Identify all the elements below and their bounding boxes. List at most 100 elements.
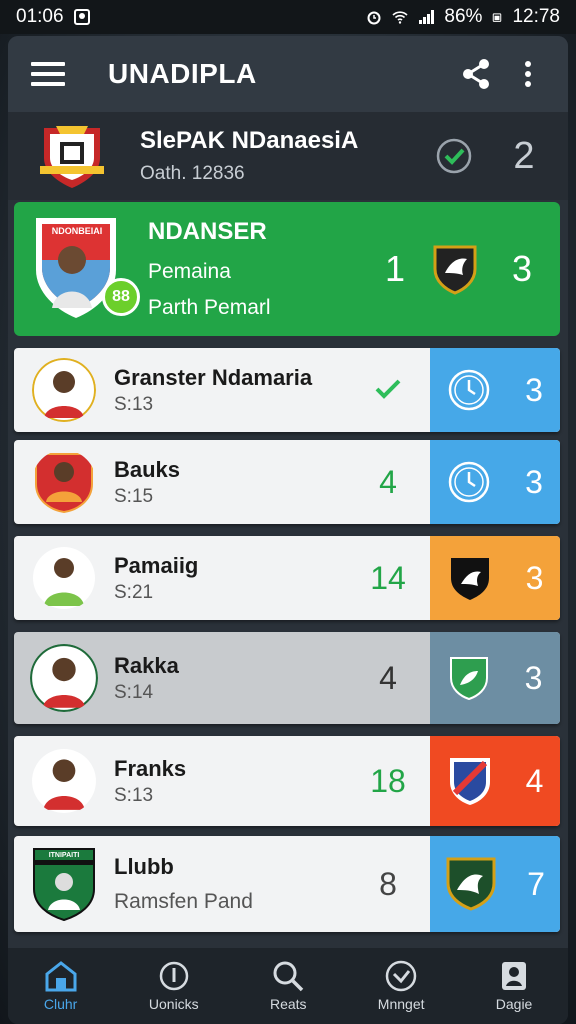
row-score: 3 bbox=[524, 659, 543, 696]
highlight-crest-text: NDONBEIAI bbox=[51, 226, 103, 236]
check-circle-icon bbox=[436, 138, 472, 174]
status-time: 01:06 bbox=[16, 6, 64, 27]
clock-icon bbox=[448, 369, 490, 411]
nav-label: Cluhr bbox=[43, 996, 78, 1012]
player-name: Llubb bbox=[114, 854, 174, 879]
row-score: 3 bbox=[525, 371, 543, 408]
signal-icon bbox=[419, 10, 435, 24]
battery-percent: 86% bbox=[444, 6, 483, 27]
player-avatar bbox=[32, 358, 96, 422]
shield-icon bbox=[450, 558, 489, 600]
nav-club[interactable]: Cluhr bbox=[44, 960, 78, 1012]
highlight-number: 1 bbox=[384, 248, 406, 289]
player-name: Franks bbox=[114, 755, 187, 781]
main-panel: UNADIPLA SlePAK NDanaesiA Oath. 12836 2 … bbox=[8, 36, 568, 1024]
nav-label: Uonicks bbox=[148, 996, 199, 1012]
nav-search[interactable]: Reats bbox=[270, 960, 307, 1012]
row-tail: 7 bbox=[430, 836, 560, 932]
row-tail: 3 bbox=[430, 536, 560, 620]
player-avatar bbox=[35, 453, 93, 514]
row-tail: 4 bbox=[430, 736, 560, 826]
nav-tickets[interactable]: Uonicks bbox=[149, 960, 199, 1012]
row-crest-text: ITNIPAITI bbox=[48, 852, 80, 859]
nav-label: Dagie bbox=[495, 996, 533, 1012]
nav-label: Reats bbox=[269, 996, 307, 1012]
player-name: Granster Ndamaria bbox=[114, 364, 313, 390]
share-icon bbox=[463, 59, 489, 89]
row-value: 4 bbox=[379, 659, 397, 696]
player-avatar bbox=[32, 749, 96, 813]
club-badge-icon bbox=[446, 857, 496, 911]
row-value: 14 bbox=[370, 559, 406, 596]
nav-manager[interactable]: Mnnget bbox=[378, 960, 425, 1012]
highlight-score: 3 bbox=[511, 248, 533, 289]
row-status bbox=[360, 372, 416, 409]
player-sub: S:15 bbox=[114, 485, 154, 507]
clock-icon bbox=[448, 461, 490, 503]
highlight-line3: Parth Pemarl bbox=[148, 296, 271, 319]
player-name: Pamaiig bbox=[114, 552, 199, 578]
row-tail: 3 bbox=[430, 348, 560, 432]
list-item[interactable]: Granster Ndamaria S:13 3 bbox=[14, 348, 560, 432]
team-subtitle: Oath. 12836 bbox=[140, 163, 245, 184]
player-sub: Ramsfen Pand bbox=[114, 890, 253, 913]
list-item[interactable]: Franks S:13 18 4 bbox=[14, 736, 560, 826]
notification-icon bbox=[73, 9, 90, 25]
nav-profile[interactable]: Dagie bbox=[495, 960, 533, 1012]
check-icon bbox=[375, 379, 401, 399]
player-sub: S:14 bbox=[114, 681, 154, 703]
row-value: 18 bbox=[370, 762, 406, 799]
team-header[interactable]: SlePAK NDanaesiA Oath. 12836 2 bbox=[8, 112, 568, 200]
list-item[interactable]: Bauks S:15 4 3 bbox=[14, 440, 560, 524]
avatar-badge-text: 88 bbox=[112, 288, 130, 305]
player-sub: S:13 bbox=[114, 784, 154, 806]
home-icon bbox=[45, 961, 77, 992]
status-clock: 12:78 bbox=[512, 6, 560, 27]
team-crest-icon bbox=[34, 118, 110, 194]
player-avatar bbox=[33, 547, 95, 609]
app-title: UNADIPLA bbox=[108, 58, 257, 89]
leaf-shield-icon bbox=[449, 657, 488, 701]
row-value: 4 bbox=[379, 463, 397, 500]
player-name: Bauks bbox=[114, 456, 181, 482]
menu-button[interactable] bbox=[28, 54, 68, 94]
row-tail: 3 bbox=[430, 632, 560, 724]
player-name: Rakka bbox=[114, 652, 179, 678]
list-item[interactable]: Rakka S:14 4 3 bbox=[14, 632, 560, 724]
more-vert-icon bbox=[525, 61, 531, 87]
row-score: 4 bbox=[525, 762, 544, 799]
compass-icon bbox=[159, 961, 189, 991]
row-score: 7 bbox=[527, 865, 545, 902]
row-tail: 3 bbox=[430, 440, 560, 524]
highlight-row[interactable]: NDONBEIAI 88 NDANSER Pemaina Parth Pemar… bbox=[14, 202, 560, 336]
battery-icon bbox=[493, 13, 502, 22]
bottom-navigation: Cluhr Uonicks Reats Mnnget Dagie bbox=[8, 948, 568, 1024]
list-item[interactable]: ITNIPAITI Llubb Ramsfen Pand 8 7 bbox=[14, 836, 560, 932]
profile-card-icon bbox=[502, 962, 527, 990]
list-item[interactable]: Pamaiig S:21 14 3 bbox=[14, 536, 560, 620]
team-name: SlePAK NDanaesiA bbox=[140, 127, 359, 154]
share-button[interactable] bbox=[456, 54, 496, 94]
player-avatar bbox=[30, 644, 98, 712]
alarm-icon bbox=[367, 11, 381, 25]
nav-label: Mnnget bbox=[377, 996, 425, 1012]
player-sub: S:21 bbox=[114, 581, 154, 603]
app-bar: UNADIPLA bbox=[8, 36, 568, 112]
row-value: 8 bbox=[379, 865, 397, 902]
check-circle-icon bbox=[385, 960, 417, 992]
highlight-line2: Pemaina bbox=[148, 260, 231, 283]
wifi-icon bbox=[392, 11, 408, 24]
team-score: 2 bbox=[513, 134, 535, 177]
highlight-name: NDANSER bbox=[148, 218, 267, 245]
club-badge-icon bbox=[433, 245, 477, 295]
row-score: 3 bbox=[525, 559, 544, 596]
more-options-button[interactable] bbox=[508, 54, 548, 94]
search-icon bbox=[273, 961, 304, 992]
player-sub: S:13 bbox=[114, 393, 154, 415]
striped-shield-icon bbox=[449, 758, 490, 805]
row-score: 3 bbox=[525, 463, 543, 500]
hamburger-icon bbox=[31, 62, 65, 86]
avatar-badge: 88 bbox=[102, 278, 140, 316]
status-bar: 01:06 86% 12:78 bbox=[0, 0, 576, 34]
highlight-crest: NDONBEIAI 88 bbox=[30, 214, 140, 324]
